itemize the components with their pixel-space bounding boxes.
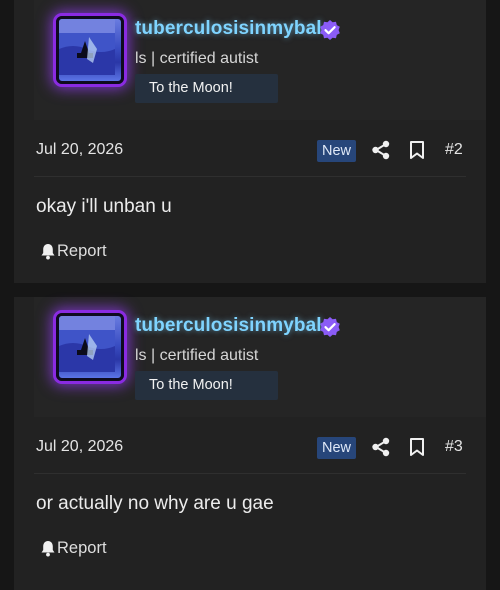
post-date[interactable]: Jul 20, 2026 [36,438,123,456]
post-number[interactable]: #2 [445,141,463,159]
user-banner-label: To the Moon! [149,80,233,96]
avatar-image [59,316,115,372]
bookmark-icon[interactable] [408,437,426,457]
avatar[interactable] [56,16,124,84]
bell-icon [41,244,55,260]
user-banner: To the Moon! [135,371,278,400]
post-meta-row: Jul 20, 2026 New #2 [14,135,486,165]
user-info-panel: tuberculosisinmybal ls | certified autis… [34,297,486,417]
post-date[interactable]: Jul 20, 2026 [36,141,123,159]
username[interactable]: tuberculosisinmybal [135,315,322,337]
user-banner: To the Moon! [135,74,278,103]
verified-badge-icon [320,20,340,40]
user-title: ls | certified autist [135,50,259,67]
post-meta-row: Jul 20, 2026 New #3 [14,432,486,462]
user-banner-label: To the Moon! [149,377,233,393]
post: tuberculosisinmybal ls | certified autis… [14,297,486,590]
share-icon[interactable] [371,437,391,457]
post-message: okay i'll unban u [36,196,172,217]
bell-icon [41,541,55,557]
divider [34,473,466,474]
avatar-image [59,19,115,75]
verified-badge-icon [320,317,340,337]
new-badge: New [317,437,357,459]
post: tuberculosisinmybal ls | certified autis… [14,0,486,283]
new-badge: New [317,140,357,162]
divider [34,176,466,177]
report-label: Report [57,242,107,260]
post-message: or actually no why are u gae [36,493,274,514]
share-icon[interactable] [371,140,391,160]
username[interactable]: tuberculosisinmybal [135,18,322,40]
avatar[interactable] [56,313,124,381]
user-title: ls | certified autist [135,347,259,364]
post-number[interactable]: #3 [445,438,463,456]
report-label: Report [57,539,107,557]
user-info-panel: tuberculosisinmybal ls | certified autis… [34,0,486,120]
bookmark-icon[interactable] [408,140,426,160]
